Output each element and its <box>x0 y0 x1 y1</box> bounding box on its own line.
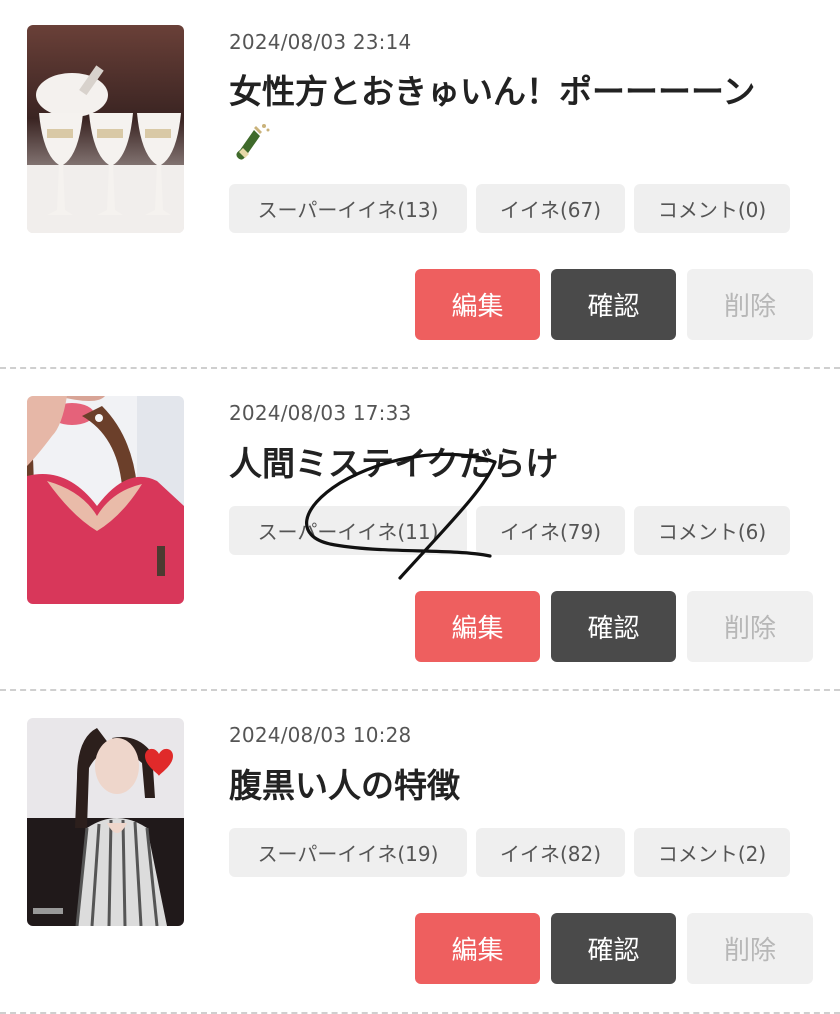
delete-button[interactable]: 削除 <box>687 591 813 662</box>
comment-chip[interactable]: コメント(6) <box>634 506 790 555</box>
post-title[interactable]: 腹黒い人の特徴 <box>229 764 809 808</box>
post-title[interactable]: 女性方とおきゅいん！ポーーーーン <box>229 70 809 114</box>
post-thumbnail[interactable] <box>27 396 184 604</box>
super-like-chip[interactable]: スーパーイイネ(11) <box>229 506 467 555</box>
confirm-button[interactable]: 確認 <box>551 913 676 984</box>
post-date: 2024/08/03 23:14 <box>229 30 412 54</box>
post-item: 2024/08/03 17:33 人間ミステイクだらけ スーパーイイネ(11) … <box>0 368 840 690</box>
confirm-button[interactable]: 確認 <box>551 269 676 340</box>
reaction-chips: スーパーイイネ(11) イイネ(79) コメント(6) <box>229 506 790 555</box>
delete-button[interactable]: 削除 <box>687 269 813 340</box>
post-date: 2024/08/03 10:28 <box>229 723 412 747</box>
reaction-chips: スーパーイイネ(19) イイネ(82) コメント(2) <box>229 828 790 877</box>
like-chip[interactable]: イイネ(67) <box>476 184 625 233</box>
like-chip[interactable]: イイネ(82) <box>476 828 625 877</box>
edit-button[interactable]: 編集 <box>415 269 540 340</box>
post-item: 2024/08/03 23:14 女性方とおきゅいん！ポーーーーン スーパーイイ… <box>0 0 840 340</box>
edit-button[interactable]: 編集 <box>415 913 540 984</box>
super-like-chip[interactable]: スーパーイイネ(13) <box>229 184 467 233</box>
post-date: 2024/08/03 17:33 <box>229 401 412 425</box>
post-thumbnail[interactable] <box>27 25 184 233</box>
confirm-button[interactable]: 確認 <box>551 591 676 662</box>
post-actions: 編集 確認 削除 <box>415 269 813 340</box>
comment-chip[interactable]: コメント(2) <box>634 828 790 877</box>
champagne-bottle-icon <box>236 124 270 160</box>
delete-button[interactable]: 削除 <box>687 913 813 984</box>
post-thumbnail[interactable] <box>27 718 184 926</box>
edit-button[interactable]: 編集 <box>415 591 540 662</box>
post-actions: 編集 確認 削除 <box>415 913 813 984</box>
post-title[interactable]: 人間ミステイクだらけ <box>229 442 809 486</box>
post-item: 2024/08/03 10:28 腹黒い人の特徴 スーパーイイネ(19) イイネ… <box>0 690 840 1012</box>
reaction-chips: スーパーイイネ(13) イイネ(67) コメント(0) <box>229 184 790 233</box>
like-chip[interactable]: イイネ(79) <box>476 506 625 555</box>
comment-chip[interactable]: コメント(0) <box>634 184 790 233</box>
post-actions: 編集 確認 削除 <box>415 591 813 662</box>
super-like-chip[interactable]: スーパーイイネ(19) <box>229 828 467 877</box>
